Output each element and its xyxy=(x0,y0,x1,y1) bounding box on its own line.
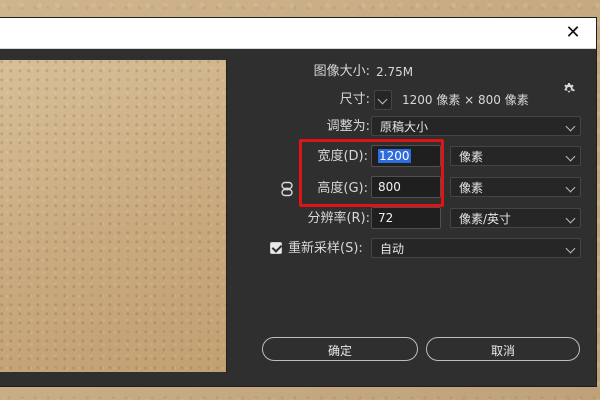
cancel-button[interactable]: 取消 xyxy=(426,337,580,361)
width-input-value: 1200 xyxy=(378,149,411,163)
width-unit-select[interactable]: 像素 xyxy=(450,146,581,166)
image-size-dialog: ✕ 图像大小: 2.75M 尺寸: 1200 像素 × 800 像素 调整为: … xyxy=(0,18,596,386)
height-unit-select[interactable]: 像素 xyxy=(450,177,581,197)
fit-to-value: 原稿大小 xyxy=(380,120,429,134)
chevron-down-icon xyxy=(565,182,576,193)
width-unit-value: 像素 xyxy=(459,150,484,164)
dimensions-dropdown[interactable] xyxy=(374,90,392,110)
resample-checkbox[interactable] xyxy=(270,242,282,254)
image-size-label: 图像大小: xyxy=(313,64,370,79)
resolution-unit-value: 像素/英寸 xyxy=(459,212,512,226)
close-icon[interactable]: ✕ xyxy=(564,24,582,42)
image-size-value: 2.75M xyxy=(376,65,414,79)
resample-value: 自动 xyxy=(380,242,405,256)
ok-button[interactable]: 确定 xyxy=(262,337,418,361)
link-icon[interactable] xyxy=(281,181,293,197)
dimensions-value: 1200 像素 × 800 像素 xyxy=(402,93,529,107)
resolution-input-value: 72 xyxy=(378,211,394,225)
height-input-value: 800 xyxy=(378,180,401,194)
resolution-input[interactable]: 72 xyxy=(371,207,441,229)
dimensions-label: 尺寸: xyxy=(339,92,370,107)
width-input[interactable]: 1200 xyxy=(371,145,441,167)
width-label: 宽度(D): xyxy=(317,149,368,164)
chevron-down-icon xyxy=(565,121,576,132)
image-preview xyxy=(0,60,227,372)
ok-button-label: 确定 xyxy=(327,344,352,358)
dialog-titlebar: ✕ xyxy=(0,18,596,49)
chevron-down-icon xyxy=(565,151,576,162)
height-input[interactable]: 800 xyxy=(371,176,441,198)
height-label: 高度(G): xyxy=(317,181,368,196)
resample-label: 重新采样(S): xyxy=(288,241,363,256)
fit-to-label: 调整为: xyxy=(326,119,370,134)
height-unit-value: 像素 xyxy=(459,181,484,195)
resolution-unit-select[interactable]: 像素/英寸 xyxy=(450,208,581,228)
resolution-label: 分辨率(R): xyxy=(307,211,370,226)
chevron-down-icon xyxy=(565,243,576,254)
fit-to-select[interactable]: 原稿大小 xyxy=(371,116,581,136)
resample-select[interactable]: 自动 xyxy=(371,238,581,258)
chevron-down-icon xyxy=(565,213,576,224)
cancel-button-label: 取消 xyxy=(490,344,515,358)
gear-icon[interactable] xyxy=(562,82,576,96)
